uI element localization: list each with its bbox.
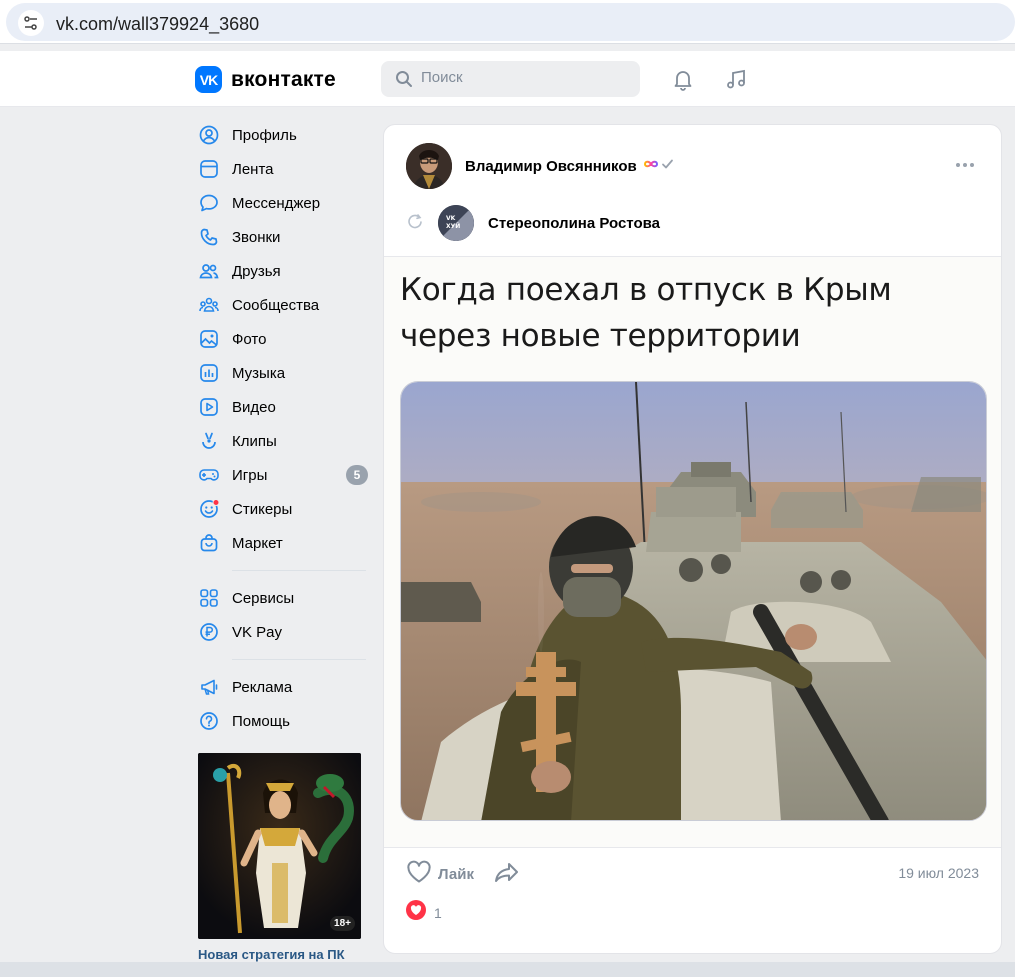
post-actions: Лайк [406,860,520,889]
sidebar-item-label: Мессенджер [232,194,321,212]
sidebar-item-services[interactable]: Сервисы [198,581,368,615]
search-input[interactable] [421,69,621,86]
sidebar-item-games[interactable]: Игры 5 [198,458,368,492]
sidebar-item-label: Сервисы [232,589,295,607]
messenger-icon [198,192,220,214]
age-rating-badge: 18+ [330,916,355,931]
card-footer-divider [384,847,1001,848]
sidebar-item-label: Звонки [232,228,281,246]
more-options-icon[interactable] [955,155,975,173]
share-button[interactable] [494,860,520,889]
services-icon [198,587,220,609]
reactions-summary[interactable]: 1 [406,900,442,925]
share-arrow-icon [494,863,520,888]
search-icon [395,70,413,93]
notifications-bell-icon[interactable] [670,66,696,92]
infinity-badge-icon [641,157,677,176]
repost-arrow-icon [406,213,426,234]
games-count-badge: 5 [346,465,368,485]
vk-logo-text: вконтакте [231,67,336,91]
sidebar-item-clips[interactable]: Клипы [198,424,368,458]
repost-author-name[interactable]: Стереополина Ростова [488,215,660,232]
repost-source[interactable]: VK ХУЙ Стереополина Ростова [406,205,660,241]
friends-icon [198,260,220,282]
megaphone-icon [198,676,220,698]
browser-bottom-bar [0,962,1015,977]
browser-address-bar: vk.com/wall379924_3680 [0,0,1015,44]
sidebar-ad[interactable]: 18+ Новая стратегия на ПК [198,753,361,962]
sidebar-item-label: Клипы [232,432,277,450]
sidebar-item-stickers[interactable]: Стикеры [198,492,368,526]
profile-icon [198,124,220,146]
sidebar-item-communities[interactable]: Сообщества [198,288,368,322]
post-content: Когда поехал в отпуск в Крым через новые… [384,257,1001,847]
sidebar-item-label: Сообщества [232,296,320,314]
sidebar-item-label: Лента [232,160,274,178]
svg-text:VK: VK [446,215,456,222]
vk-logo[interactable]: VK вконтакте [195,66,336,93]
video-icon [198,396,220,418]
sidebar-item-label: Профиль [232,126,297,144]
ad-image[interactable]: 18+ [198,753,361,939]
post-author[interactable]: Владимир Овсянников [406,143,677,189]
sidebar-item-market[interactable]: Маркет [198,526,368,560]
sidebar-item-label: VK Pay [232,623,283,641]
sidebar-item-label: Маркет [232,534,283,552]
games-icon [198,464,220,486]
post-photo[interactable] [400,381,987,821]
sidebar-item-photo[interactable]: Фото [198,322,368,356]
like-label: Лайк [438,866,474,883]
sidebar-item-messenger[interactable]: Мессенджер [198,186,368,220]
reactions-count: 1 [434,904,442,921]
sidebar-item-profile[interactable]: Профиль [198,118,368,152]
sidebar-item-feed[interactable]: Лента [198,152,368,186]
sidebar-item-calls[interactable]: Звонки [198,220,368,254]
sidebar-item-vkpay[interactable]: VK Pay [198,615,368,649]
url-text[interactable]: vk.com/wall379924_3680 [56,14,259,35]
author-avatar[interactable] [406,143,452,189]
ad-caption[interactable]: Новая стратегия на ПК [198,947,361,962]
stickers-icon [198,498,220,520]
help-icon [198,710,220,732]
communities-icon [198,294,220,316]
feed-icon [198,158,220,180]
photo-icon [198,328,220,350]
sidebar-item-music[interactable]: Музыка [198,356,368,390]
music-player-icon[interactable] [723,66,749,92]
sidebar-item-label: Игры [232,466,268,484]
left-sidebar: Профиль Лента Мессенджер Звонки Друзья С… [198,118,368,738]
clips-icon [198,430,220,452]
vk-header: VK вконтакте [0,51,1015,107]
post-date[interactable]: 19 июл 2023 [898,865,979,881]
sidebar-item-label: Фото [232,330,267,348]
sidebar-item-label: Реклама [232,678,293,696]
post-title: Когда поехал в отпуск в Крым через новые… [400,272,892,354]
address-pill[interactable]: vk.com/wall379924_3680 [6,3,1015,41]
heart-filled-icon [406,900,426,925]
sidebar-item-label: Стикеры [232,500,293,518]
post-card: Владимир Овсянников VK ХУЙ Стереополина Р… [383,124,1002,954]
author-name[interactable]: Владимир Овсянников [465,158,637,175]
sidebar-item-label: Музыка [232,364,286,382]
heart-outline-icon [406,860,432,889]
like-button[interactable]: Лайк [406,860,474,889]
vkpay-icon [198,621,220,643]
repost-avatar[interactable]: VK ХУЙ [438,205,474,241]
sidebar-item-label: Видео [232,398,276,416]
sidebar-item-help[interactable]: Помощь [198,704,368,738]
sidebar-item-label: Помощь [232,712,290,730]
site-settings-icon[interactable] [18,10,44,36]
sidebar-divider [232,570,366,571]
vk-logo-icon: VK [195,66,222,93]
sidebar-item-label: Друзья [232,262,281,280]
phone-icon [198,226,220,248]
sidebar-item-friends[interactable]: Друзья [198,254,368,288]
svg-text:ХУЙ: ХУЙ [446,222,460,230]
market-icon [198,532,220,554]
search-box[interactable] [381,61,640,97]
sidebar-item-video[interactable]: Видео [198,390,368,424]
sidebar-item-ads[interactable]: Реклама [198,670,368,704]
sidebar-divider [232,659,366,660]
music-icon [198,362,220,384]
